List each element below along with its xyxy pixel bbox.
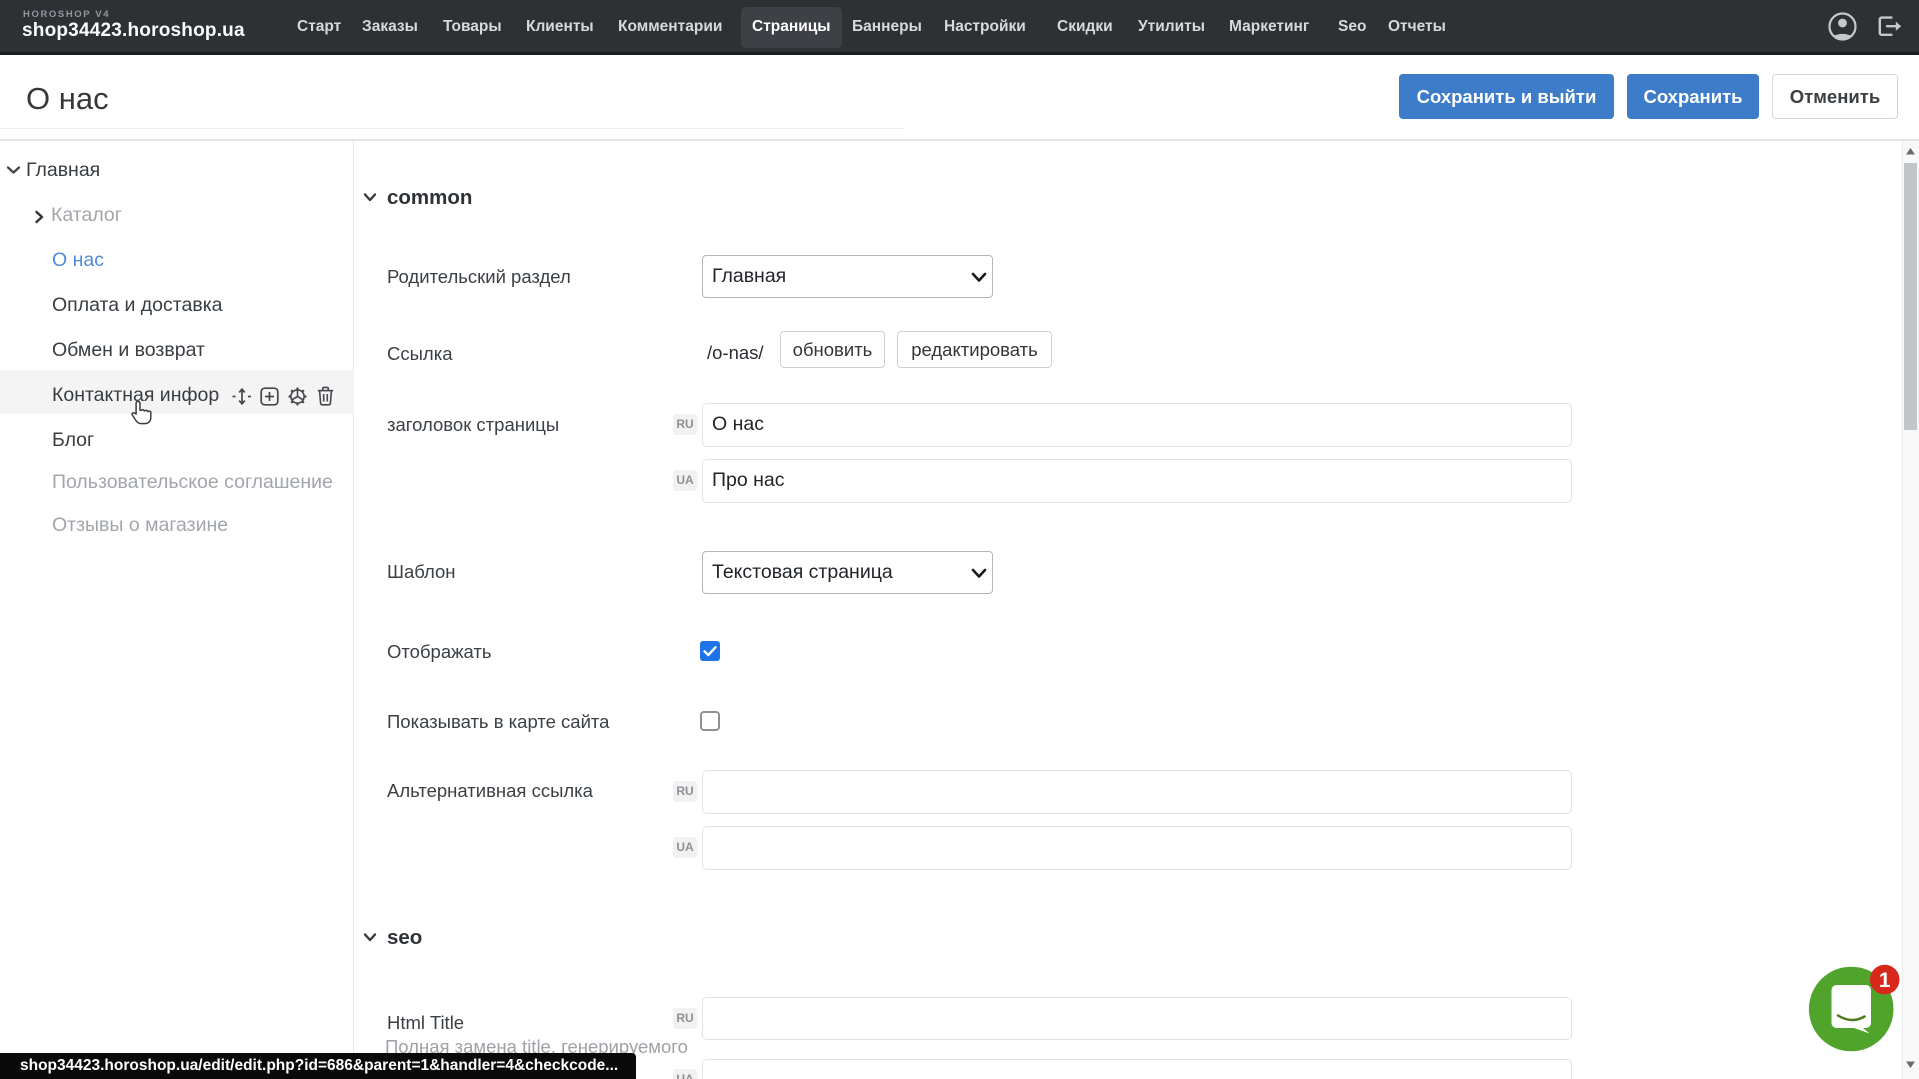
svg-text:1: 1 [1879, 969, 1891, 992]
